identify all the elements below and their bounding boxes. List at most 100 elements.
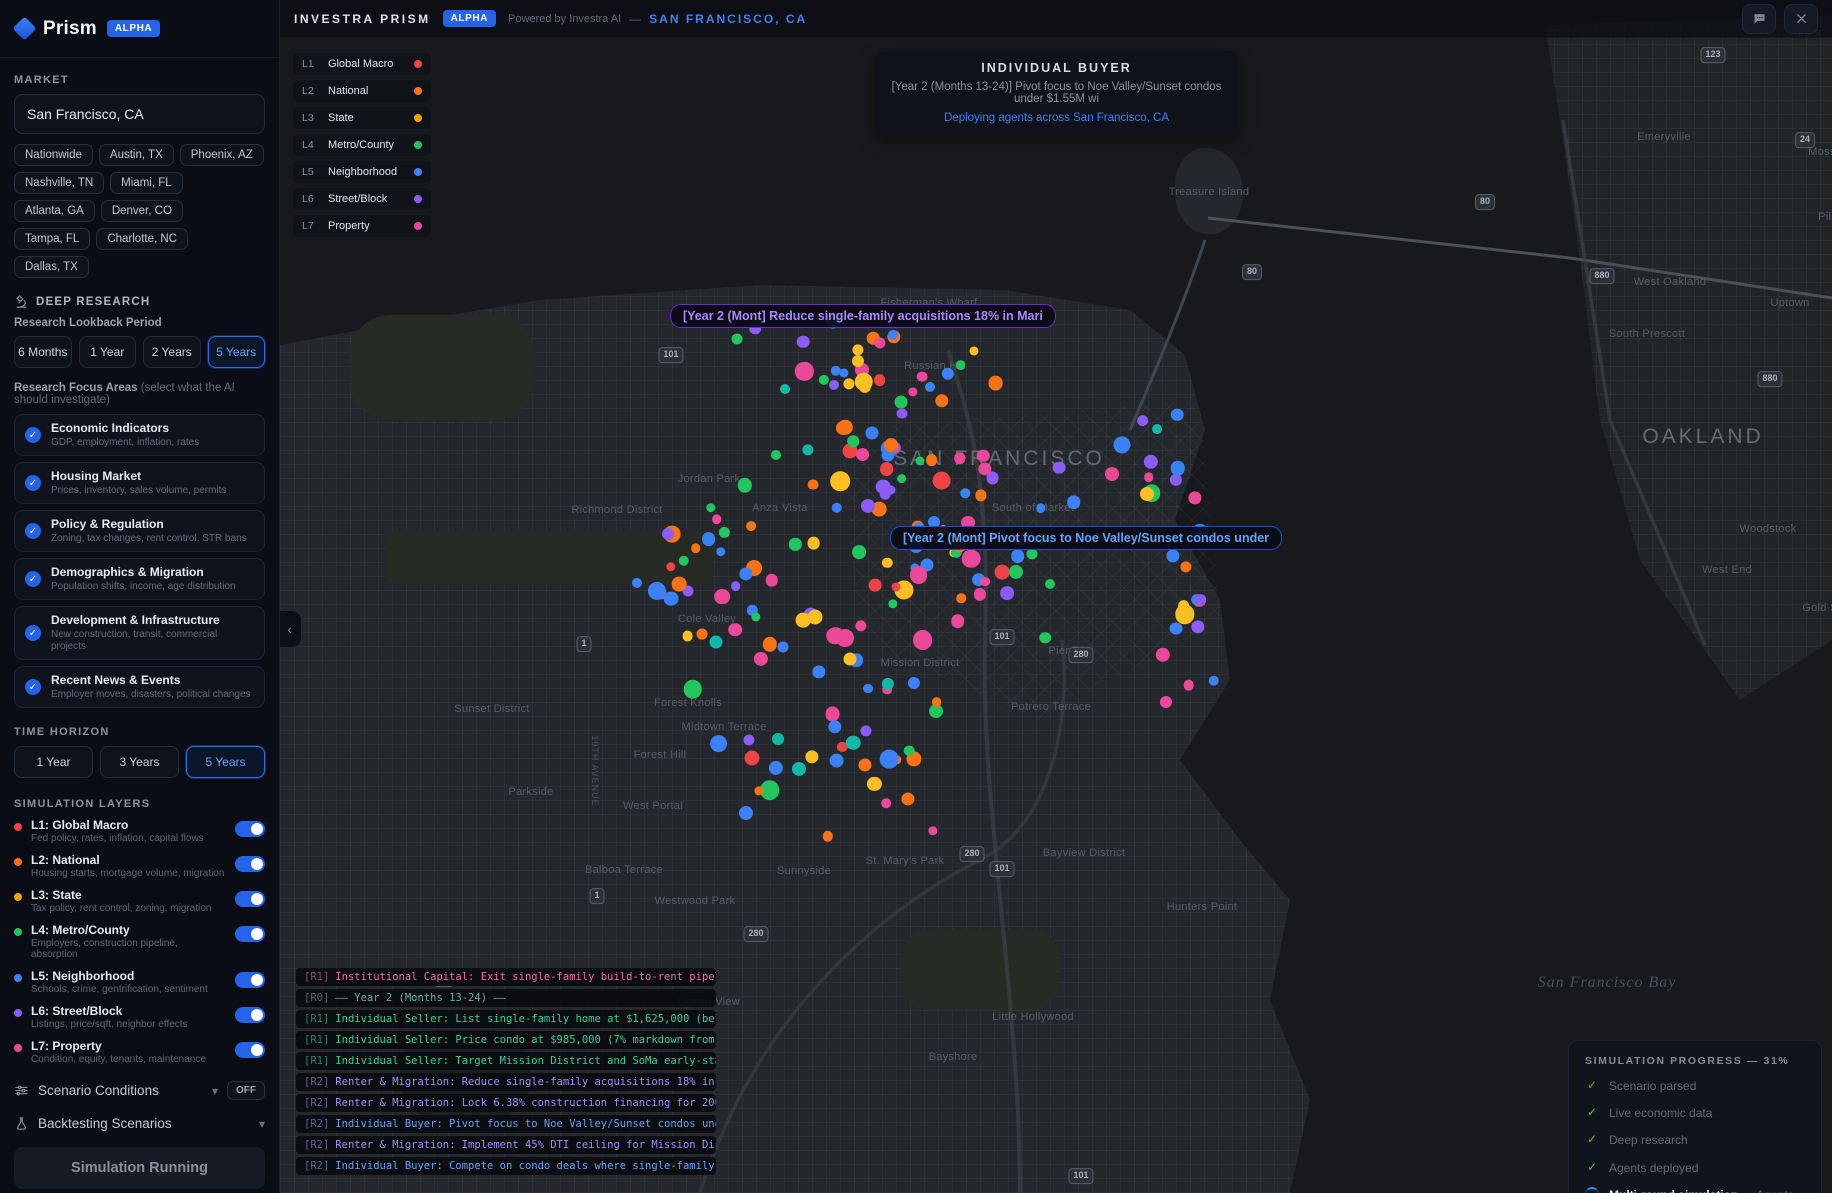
agent-dot[interactable] <box>874 374 886 386</box>
agent-dot[interactable] <box>962 549 981 568</box>
scenario-conditions-row[interactable]: Scenario Conditions ▾ OFF <box>14 1081 265 1100</box>
layer-toggle[interactable] <box>235 926 265 942</box>
agent-dot[interactable] <box>977 449 990 462</box>
lookback-option-6-months[interactable]: 6 Months <box>14 336 72 368</box>
agent-dot[interactable] <box>1067 495 1081 509</box>
layer-toggle[interactable] <box>235 891 265 907</box>
lookback-option-5-years[interactable]: 5 Years <box>208 336 266 368</box>
agent-dot[interactable] <box>956 594 966 604</box>
layer-toggle[interactable] <box>235 1042 265 1058</box>
agent-dot[interactable] <box>744 750 759 765</box>
market-chip-charlotte-nc[interactable]: Charlotte, NC <box>96 228 188 250</box>
agent-dot[interactable] <box>846 736 861 751</box>
agent-dot[interactable] <box>1140 487 1154 501</box>
agent-dot[interactable] <box>728 623 742 637</box>
agent-dot[interactable] <box>847 435 859 447</box>
agent-dot[interactable] <box>1039 632 1051 644</box>
legend-row-l4[interactable]: L4Metro/County <box>293 134 431 156</box>
simulation-running-button[interactable]: Simulation Running <box>14 1147 265 1189</box>
checkbox-checked-icon[interactable]: ✓ <box>25 679 41 695</box>
agent-dot[interactable] <box>951 614 965 628</box>
market-chip-nationwide[interactable]: Nationwide <box>14 144 93 166</box>
agent-dot[interactable] <box>897 408 908 419</box>
agent-dot[interactable] <box>882 798 892 808</box>
agent-dot[interactable] <box>1000 586 1014 600</box>
market-chip-tampa-fl[interactable]: Tampa, FL <box>14 228 90 250</box>
backtesting-row[interactable]: Backtesting Scenarios ▾ <box>14 1116 265 1131</box>
agent-dot[interactable] <box>895 396 908 409</box>
agent-dot[interactable] <box>880 489 891 500</box>
focus-card-development-infrastructure[interactable]: ✓Development & InfrastructureNew constru… <box>14 606 265 660</box>
market-chip-atlanta-ga[interactable]: Atlanta, GA <box>14 200 95 222</box>
agent-dot[interactable] <box>664 591 679 606</box>
agent-dot[interactable] <box>988 376 1003 391</box>
agent-dot[interactable] <box>684 680 703 699</box>
agent-dot[interactable] <box>829 753 844 768</box>
market-chip-austin-tx[interactable]: Austin, TX <box>99 144 174 166</box>
agent-dot[interactable] <box>1195 594 1207 606</box>
agent-dot[interactable] <box>671 576 686 591</box>
agent-dot[interactable] <box>666 562 676 572</box>
agent-dot[interactable] <box>715 589 731 605</box>
checkbox-checked-icon[interactable]: ✓ <box>25 427 41 443</box>
agent-dot[interactable] <box>691 544 701 554</box>
agent-dot[interactable] <box>1169 622 1182 635</box>
agent-dot[interactable] <box>1144 473 1154 483</box>
focus-card-policy-regulation[interactable]: ✓Policy & RegulationZoning, tax changes,… <box>14 510 265 552</box>
market-chip-phoenix-az[interactable]: Phoenix, AZ <box>180 144 264 166</box>
agent-dot[interactable] <box>925 382 935 392</box>
checkbox-checked-icon[interactable]: ✓ <box>25 571 41 587</box>
agent-dot[interactable] <box>838 420 853 435</box>
focus-card-economic-indicators[interactable]: ✓Economic IndicatorsGDP, employment, inf… <box>14 414 265 456</box>
close-button[interactable] <box>1784 4 1818 34</box>
checkbox-checked-icon[interactable]: ✓ <box>25 625 41 641</box>
log-row[interactable]: [R1]Institutional Capital: Exit single-f… <box>296 968 716 986</box>
agent-dot[interactable] <box>956 360 966 370</box>
agent-dot[interactable] <box>830 366 841 377</box>
agent-dot[interactable] <box>897 474 907 484</box>
market-chip-denver-co[interactable]: Denver, CO <box>101 200 183 222</box>
agent-dot[interactable] <box>856 448 870 462</box>
checkbox-checked-icon[interactable]: ✓ <box>25 475 41 491</box>
agent-dot[interactable] <box>1036 503 1046 513</box>
agent-dot[interactable] <box>1208 675 1219 686</box>
log-row[interactable]: [R2]Individual Buyer: Compete on condo d… <box>296 1157 716 1175</box>
layer-toggle[interactable] <box>235 1007 265 1023</box>
log-row[interactable]: [R1]Individual Seller: Price condo at $9… <box>296 1031 716 1049</box>
agent-dot[interactable] <box>772 733 784 745</box>
agent-dot[interactable] <box>913 630 933 650</box>
layer-toggle[interactable] <box>235 856 265 872</box>
agent-dot[interactable] <box>716 547 726 557</box>
agent-dot[interactable] <box>731 581 741 591</box>
agent-dot[interactable] <box>706 503 716 513</box>
agent-dot[interactable] <box>739 806 753 820</box>
log-row[interactable]: [R1]Individual Seller: List single-famil… <box>296 1010 716 1028</box>
legend-row-l2[interactable]: L2National <box>293 80 431 102</box>
agent-dot[interactable] <box>863 684 873 694</box>
legend-row-l3[interactable]: L3State <box>293 107 431 129</box>
agent-dot[interactable] <box>869 579 882 592</box>
agent-dot[interactable] <box>682 631 693 642</box>
agent-dot[interactable] <box>831 471 851 491</box>
agent-dot[interactable] <box>980 577 990 587</box>
log-row[interactable]: [R2]Renter & Migration: Lock 6.38% const… <box>296 1094 716 1112</box>
agent-dot[interactable] <box>831 503 842 514</box>
agent-dot[interactable] <box>746 521 756 531</box>
log-row[interactable]: [R0]—— Year 2 (Months 13-24) —— <box>296 989 716 1007</box>
agent-dot[interactable] <box>836 629 854 647</box>
agent-dot[interactable] <box>844 653 857 666</box>
agent-dot[interactable] <box>904 745 915 756</box>
horizon-option-1-year[interactable]: 1 Year <box>14 746 93 778</box>
agent-dot[interactable] <box>807 609 822 624</box>
agent-dot[interactable] <box>1171 461 1186 476</box>
agent-dot[interactable] <box>960 488 970 498</box>
agent-dot[interactable] <box>910 566 928 584</box>
agent-dot[interactable] <box>808 479 819 490</box>
horizon-option-3-years[interactable]: 3 Years <box>100 746 179 778</box>
agent-dot[interactable] <box>777 642 788 653</box>
agent-dot[interactable] <box>1152 424 1162 434</box>
legend-row-l5[interactable]: L5Neighborhood <box>293 161 431 183</box>
agent-dot[interactable] <box>780 384 790 394</box>
agent-dot[interactable] <box>1053 461 1066 474</box>
agent-dot[interactable] <box>954 452 966 464</box>
